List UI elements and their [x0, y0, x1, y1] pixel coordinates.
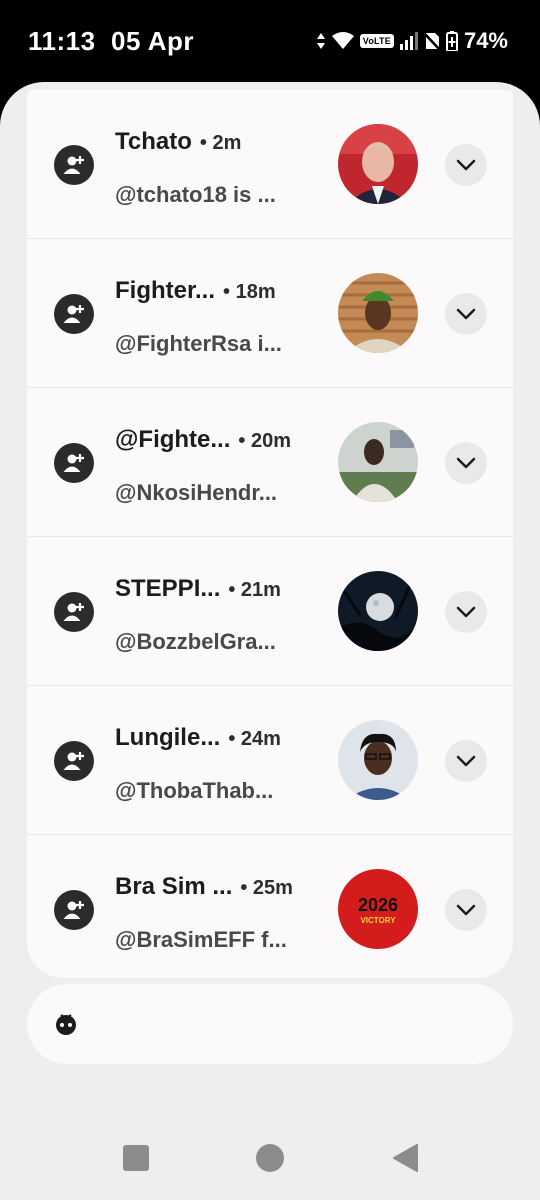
chevron-down-icon	[456, 755, 476, 767]
notification-text: @tchato18 is ...	[115, 182, 276, 207]
avatar	[338, 422, 418, 502]
notification-item[interactable]: Tchato • 2m @tchato18 is ...	[27, 90, 513, 239]
notification-title: Bra Sim ...	[115, 873, 233, 900]
battery-percent: 74%	[463, 28, 508, 53]
notification-text: @BozzbelGra...	[115, 629, 276, 654]
avatar-victory-text: VICTORY	[360, 916, 396, 925]
avatar	[338, 720, 418, 800]
data-arrows-icon	[316, 33, 325, 49]
person-add-icon	[54, 592, 94, 632]
notification-time: • 21m	[228, 579, 281, 601]
avatar	[338, 273, 418, 353]
expand-button[interactable]	[445, 442, 487, 484]
signal-icon	[399, 32, 418, 50]
notification-time: • 24m	[228, 728, 281, 750]
notification-title: STEPPI...	[115, 575, 221, 602]
notification-text: @BraSimEFF f...	[115, 927, 287, 952]
volte-badge: VoLTE	[359, 34, 394, 48]
notification-item[interactable]: STEPPI... • 21m @BozzbelGra...	[27, 537, 513, 686]
notification-title: Tchato	[115, 128, 192, 155]
notification-item[interactable]: Lungile... • 24m @ThobaThab...	[27, 686, 513, 835]
notification-time: • 25m	[240, 877, 293, 899]
status-icons: VoLTE 74%	[316, 28, 508, 54]
notification-title: Fighter...	[115, 277, 216, 304]
chevron-down-icon	[456, 308, 476, 320]
expand-button[interactable]	[445, 889, 487, 931]
notification-group: Tchato • 2m @tchato18 is ... Fighter... …	[27, 90, 513, 978]
notification-item[interactable]: Bra Sim ... • 25m @BraSimEFF f... 2026 V…	[27, 835, 513, 978]
chevron-down-icon	[456, 159, 476, 171]
notification-time: • 2m	[199, 132, 242, 154]
battery-saver-icon	[445, 31, 458, 51]
person-add-icon	[54, 741, 94, 781]
clock-date: 05 Apr	[111, 26, 194, 56]
notification-header: Tchato • 2m	[115, 128, 325, 156]
notification-header: Bra Sim ... • 25m	[115, 873, 325, 901]
home-circle-icon[interactable]	[256, 1144, 284, 1172]
expand-button[interactable]	[445, 144, 487, 186]
status-bar: 11:13 05 Apr VoLTE 74%	[0, 0, 540, 82]
avatar-year-text: 2026	[358, 895, 398, 915]
person-add-icon	[54, 443, 94, 483]
recents-square-icon[interactable]	[122, 1144, 150, 1172]
navigation-bar	[0, 1130, 540, 1200]
no-sim-icon	[423, 32, 440, 51]
person-add-icon	[54, 890, 94, 930]
notification-header: STEPPI... • 21m	[115, 575, 325, 603]
status-clock: 11:13 05 Apr	[28, 26, 194, 57]
wifi-icon	[331, 32, 354, 49]
notification-item[interactable]: @Fighte... • 20m @NkosiHendr...	[27, 388, 513, 537]
clock-time: 11:13	[28, 26, 96, 56]
expand-button[interactable]	[445, 591, 487, 633]
chevron-down-icon	[456, 606, 476, 618]
chevron-down-icon	[456, 457, 476, 469]
avatar: 2026 VICTORY	[338, 869, 418, 949]
notification-shade: Tchato • 2m @tchato18 is ... Fighter... …	[0, 82, 540, 1200]
notification-time: • 18m	[223, 281, 276, 303]
back-triangle-icon[interactable]	[392, 1144, 418, 1172]
notification-time: • 20m	[238, 430, 291, 452]
assistant-face-icon[interactable]	[53, 1012, 79, 1036]
expand-button[interactable]	[445, 740, 487, 782]
person-add-icon	[54, 294, 94, 334]
notification-title: Lungile...	[115, 724, 221, 751]
notification-text: @NkosiHendr...	[115, 480, 278, 505]
silent-notifications-pill[interactable]	[27, 984, 513, 1064]
notification-text: @ThobaThab...	[115, 778, 274, 803]
chevron-down-icon	[456, 904, 476, 916]
expand-button[interactable]	[445, 293, 487, 335]
notification-header: Fighter... • 18m	[115, 277, 325, 305]
avatar	[338, 124, 418, 204]
avatar	[338, 571, 418, 651]
notification-text: @FighterRsa i...	[115, 331, 282, 356]
notification-header: @Fighte... • 20m	[115, 426, 325, 454]
notification-title: @Fighte...	[115, 426, 231, 453]
person-add-icon	[54, 145, 94, 185]
notification-item[interactable]: Fighter... • 18m @FighterRsa i...	[27, 239, 513, 388]
notification-header: Lungile... • 24m	[115, 724, 325, 752]
